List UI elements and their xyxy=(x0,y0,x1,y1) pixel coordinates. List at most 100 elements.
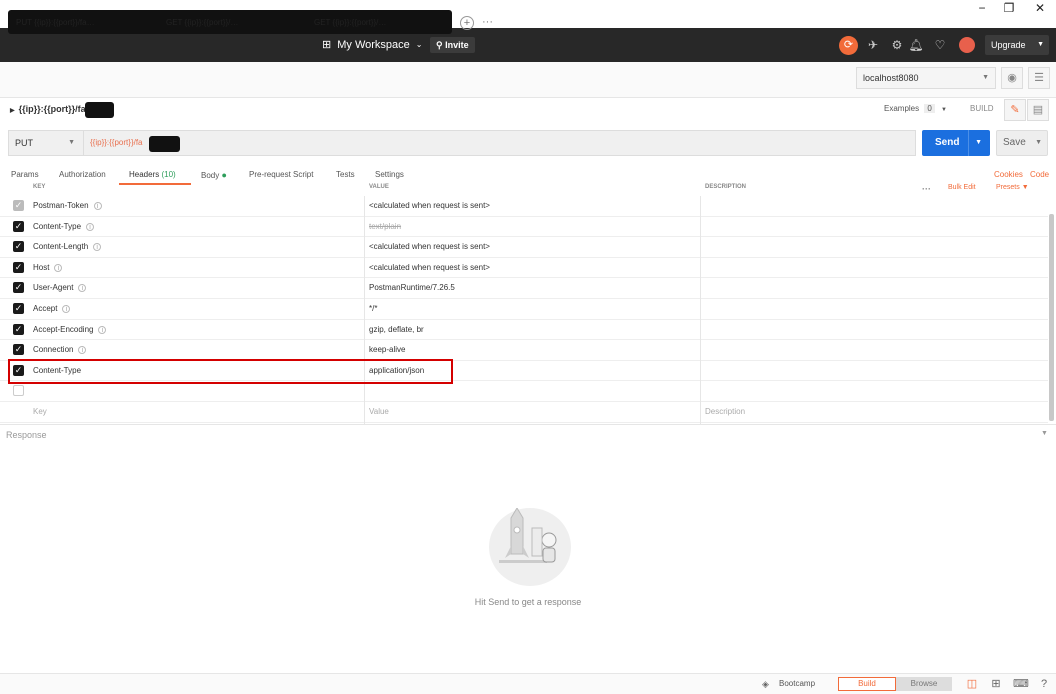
row-checkbox[interactable]: ✓ xyxy=(13,220,24,232)
header-key[interactable]: Content-Length i xyxy=(33,242,102,252)
keyboard-icon[interactable]: ⌨ xyxy=(1013,677,1029,691)
caret-down-icon[interactable]: ▼ xyxy=(1035,131,1042,155)
header-value[interactable]: <calculated when request is sent> xyxy=(369,242,490,251)
table-row[interactable]: ✓ Accept i */* xyxy=(0,299,1048,320)
header-value[interactable]: gzip, deflate, br xyxy=(369,325,424,334)
info-icon[interactable]: i xyxy=(78,284,87,293)
eye-icon[interactable]: ◉ xyxy=(1001,67,1023,89)
info-icon[interactable]: i xyxy=(93,243,102,252)
header-value[interactable]: */* xyxy=(369,304,377,313)
table-row[interactable]: ✓ Accept-Encoding i gzip, deflate, br xyxy=(0,320,1048,341)
tab-2[interactable]: GET {{ip}}:{{port}}/… xyxy=(166,18,238,27)
tab-headers[interactable]: Headers (10) xyxy=(129,170,176,179)
tab-authorization[interactable]: Authorization xyxy=(59,170,106,179)
info-icon[interactable]: i xyxy=(98,325,107,334)
more-options-icon[interactable]: ··· xyxy=(922,184,931,194)
header-key[interactable]: User-Agent i xyxy=(33,283,87,293)
caret-down-icon[interactable]: ▼ xyxy=(968,130,982,156)
comment-icon[interactable]: ▤ xyxy=(1027,99,1049,121)
new-tab-button[interactable]: + xyxy=(460,16,474,30)
header-key[interactable]: Accept-Encoding i xyxy=(33,325,107,334)
new-description-input[interactable]: Description xyxy=(705,407,745,416)
info-icon[interactable]: i xyxy=(86,222,95,231)
method-select[interactable]: PUT ▼ xyxy=(8,130,84,156)
two-pane-icon[interactable]: ◫ xyxy=(965,677,979,691)
tab-tests[interactable]: Tests xyxy=(336,170,355,179)
info-icon[interactable]: i xyxy=(78,346,87,355)
header-key[interactable]: Content-Type i xyxy=(33,222,95,231)
pencil-icon[interactable]: ✎ xyxy=(1004,99,1026,121)
table-row[interactable]: ✓ User-Agent i PostmanRuntime/7.26.5 xyxy=(0,278,1048,299)
new-header-row[interactable]: Key Value Description xyxy=(0,402,1048,423)
browse-mode-button[interactable]: Browse xyxy=(896,677,952,691)
build-mode-button[interactable]: Build xyxy=(838,677,896,691)
empty-row[interactable] xyxy=(0,381,1048,402)
open-tabs-redacted[interactable]: PUT {{ip}}:{{port}}/fa… GET {{ip}}:{{por… xyxy=(8,10,452,34)
save-button[interactable]: Save ▼ xyxy=(996,130,1048,156)
header-key[interactable]: Connection i xyxy=(33,345,87,355)
table-scrollbar[interactable] xyxy=(1049,214,1054,421)
new-key-input[interactable]: Key xyxy=(33,407,47,416)
table-row[interactable]: ✓ Postman-Token i <calculated when request … xyxy=(0,196,1048,217)
gear-icon[interactable]: ⚙ xyxy=(888,36,906,54)
breadcrumb[interactable]: ▶ {{ip}}:{{port}}/fa xyxy=(10,104,86,114)
row-checkbox[interactable]: ✓ xyxy=(13,282,24,294)
tab-1[interactable]: PUT {{ip}}:{{port}}/fa… xyxy=(16,18,95,27)
header-value[interactable]: keep-alive xyxy=(369,345,405,354)
header-value[interactable]: PostmanRuntime/7.26.5 xyxy=(369,283,455,292)
header-value[interactable]: <calculated when request is sent> xyxy=(369,201,490,210)
header-key[interactable]: Host i xyxy=(33,263,63,272)
info-icon[interactable]: i xyxy=(54,263,63,272)
environment-select[interactable]: localhost8080 ▼ xyxy=(856,67,996,89)
close-window-button[interactable]: ✕ xyxy=(1025,0,1055,16)
row-checkbox[interactable] xyxy=(13,385,24,397)
send-button[interactable]: Send ▼ xyxy=(922,130,990,156)
presets-dropdown[interactable]: Presets ▼ xyxy=(996,184,1029,191)
upgrade-button[interactable]: Upgrade ▼ xyxy=(985,35,1049,55)
bell-icon[interactable]: 🔔︎ xyxy=(907,36,925,54)
sliders-icon[interactable]: ☰ xyxy=(1028,67,1050,89)
table-row[interactable]: ✓ Host i <calculated when request is sent> xyxy=(0,258,1048,279)
more-tabs-icon[interactable]: ··· xyxy=(482,16,493,28)
row-checkbox[interactable]: ✓ xyxy=(13,303,24,314)
url-input[interactable]: {{ip}}:{{port}}/fa xyxy=(84,130,916,156)
table-row[interactable]: ✓ Connection i keep-alive xyxy=(0,340,1048,361)
caret-down-icon[interactable]: ▼ xyxy=(1041,430,1048,437)
table-row[interactable]: ✓ Content-Length i <calculated when request… xyxy=(0,237,1048,258)
avatar[interactable] xyxy=(959,37,975,53)
workspace-switcher[interactable]: ⊞ My Workspace ⌄ xyxy=(322,38,422,52)
help-icon[interactable]: ? xyxy=(1037,677,1051,691)
row-checkbox[interactable]: ✓ xyxy=(13,344,24,356)
code-link[interactable]: Code xyxy=(1030,170,1049,179)
tab-pre-request-script[interactable]: Pre-request Script xyxy=(249,170,313,179)
info-icon[interactable]: i xyxy=(62,305,71,313)
tab-body[interactable]: Body ● xyxy=(201,170,227,180)
row-checkbox[interactable]: ✓ xyxy=(13,241,24,253)
new-value-input[interactable]: Value xyxy=(369,407,389,416)
caret-down-icon: ▼ xyxy=(982,74,989,81)
row-checkbox[interactable]: ✓ xyxy=(13,323,24,335)
build-label: BUILD xyxy=(970,104,994,113)
table-row[interactable]: ✓ Content-Type i text/plain xyxy=(0,217,1048,238)
tab-params[interactable]: Params xyxy=(11,170,39,179)
header-value[interactable]: <calculated when request is sent> xyxy=(369,263,490,272)
invite-button[interactable]: ⚲ Invite xyxy=(430,37,475,53)
tab-3[interactable]: GET {{ip}}:{{port}}/… xyxy=(314,18,386,27)
header-key[interactable]: Postman-Token i xyxy=(33,201,102,210)
sync-icon[interactable]: ⟳ xyxy=(839,36,858,55)
cookies-link[interactable]: Cookies xyxy=(994,170,1023,179)
bulk-edit-link[interactable]: Bulk Edit xyxy=(948,184,976,191)
examples-dropdown[interactable]: Examples 0 ▼ xyxy=(884,104,947,113)
info-icon[interactable]: i xyxy=(93,202,102,210)
minimize-button[interactable]: − xyxy=(967,0,997,16)
layout-icon[interactable]: ⊞ xyxy=(989,677,1003,691)
heart-icon[interactable]: ♡ xyxy=(931,36,949,54)
restore-button[interactable]: ❐ xyxy=(994,0,1024,16)
row-checkbox[interactable]: ✓ xyxy=(13,200,24,211)
satellite-icon[interactable]: ✈ xyxy=(864,36,882,54)
tab-settings[interactable]: Settings xyxy=(375,170,404,179)
header-value[interactable]: text/plain xyxy=(369,222,401,231)
row-checkbox[interactable]: ✓ xyxy=(13,261,24,273)
bootcamp-link[interactable]: Bootcamp xyxy=(779,679,815,688)
header-key[interactable]: Accept i xyxy=(33,304,71,313)
